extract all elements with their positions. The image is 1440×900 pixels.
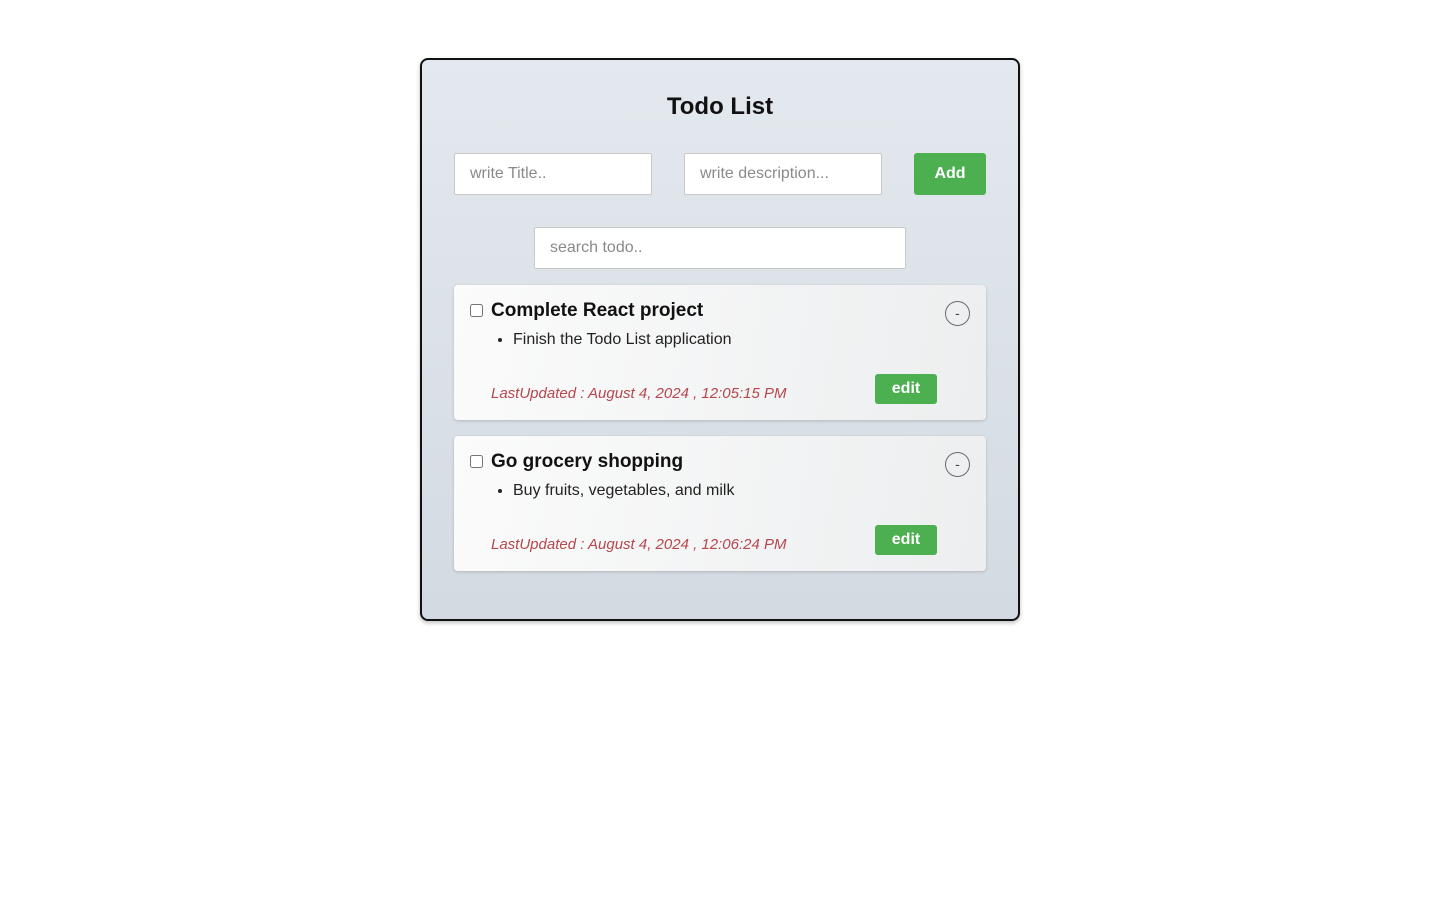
- remove-todo-button[interactable]: -: [945, 452, 970, 477]
- todo-description-list: Buy fruits, vegetables, and milk: [491, 480, 734, 502]
- last-updated-timestamp: LastUpdated : August 4, 2024 , 12:06:24 …: [491, 536, 787, 553]
- todo-app-card: Todo List Add Complete React project Fin…: [420, 58, 1020, 621]
- title-input[interactable]: [454, 153, 652, 195]
- edit-todo-button[interactable]: edit: [875, 525, 937, 555]
- page-title: Todo List: [666, 93, 774, 120]
- todo-title: Go grocery shopping: [491, 451, 684, 472]
- todo-description-list: Finish the Todo List application: [491, 329, 732, 351]
- todo-complete-checkbox[interactable]: [470, 455, 483, 468]
- add-todo-button[interactable]: Add: [914, 153, 986, 195]
- todo-item: Go grocery shopping Buy fruits, vegetabl…: [454, 436, 986, 571]
- edit-todo-button[interactable]: edit: [875, 374, 937, 404]
- todo-item: Complete React project Finish the Todo L…: [454, 285, 986, 420]
- todo-complete-checkbox[interactable]: [470, 304, 483, 317]
- todo-description: Finish the Todo List application: [513, 329, 732, 351]
- todo-description: Buy fruits, vegetables, and milk: [513, 480, 734, 502]
- search-input[interactable]: [534, 227, 906, 269]
- todo-title: Complete React project: [491, 300, 704, 321]
- last-updated-timestamp: LastUpdated : August 4, 2024 , 12:05:15 …: [491, 385, 787, 402]
- remove-todo-button[interactable]: -: [945, 301, 970, 326]
- description-input[interactable]: [684, 153, 882, 195]
